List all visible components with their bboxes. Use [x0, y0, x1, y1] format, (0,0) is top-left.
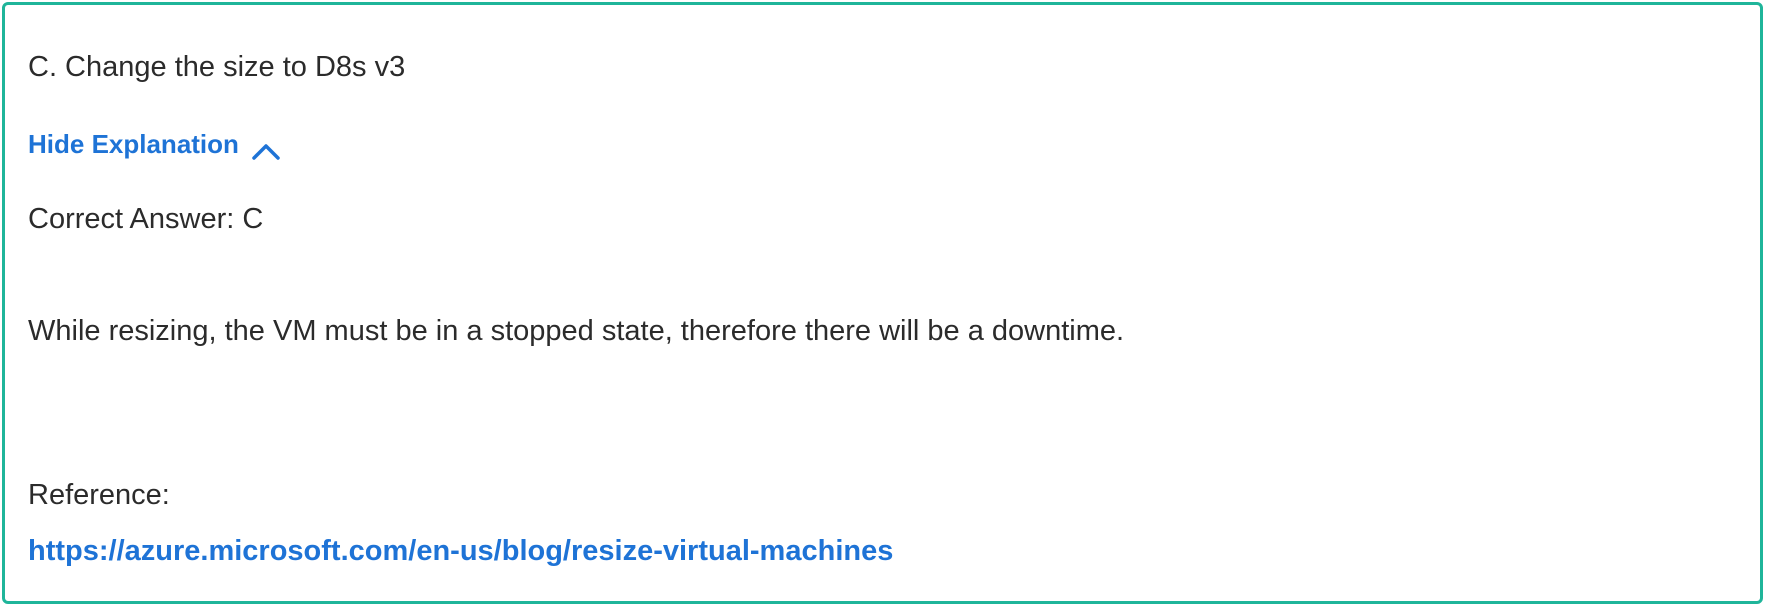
reference-label: Reference: [28, 479, 170, 511]
hide-explanation-label: Hide Explanation [28, 129, 239, 159]
correct-answer-text: Correct Answer: C [28, 203, 264, 235]
answer-explanation-card: C. Change the size to D8s v3 Hide Explan… [2, 2, 1763, 604]
explanation-text: While resizing, the VM must be in a stop… [28, 315, 1125, 347]
reference-link[interactable]: https://azure.microsoft.com/en-us/blog/r… [28, 534, 893, 568]
hide-explanation-toggle[interactable]: Hide Explanation [28, 129, 281, 160]
chevron-up-icon [251, 136, 281, 160]
answer-option-text: C. Change the size to D8s v3 [28, 51, 406, 83]
